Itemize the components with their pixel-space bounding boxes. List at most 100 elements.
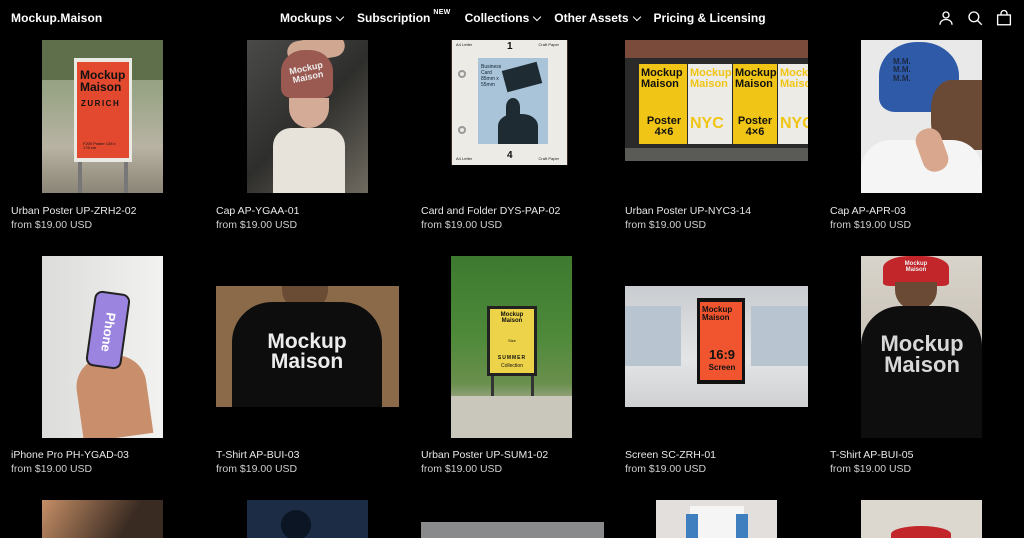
- nav-pricing-licensing[interactable]: Pricing & Licensing: [654, 11, 766, 25]
- header-icons: [937, 9, 1013, 27]
- account-icon[interactable]: [937, 9, 955, 27]
- phone-screen-text: Phone: [98, 311, 119, 353]
- nav-mockups[interactable]: Mockups: [280, 11, 345, 25]
- poster-summer: SUMMER: [497, 355, 527, 361]
- folder-number: 4: [507, 150, 513, 161]
- chevron-down-icon: [335, 12, 345, 22]
- product-card[interactable]: [861, 500, 982, 538]
- product-title[interactable]: Urban Poster UP-SUM1-02: [421, 449, 548, 461]
- cap: Mockup Maison: [281, 50, 333, 98]
- cap-text: Mockup Maison: [904, 261, 928, 273]
- poster: Mockup Maison Poster 4×6: [639, 64, 687, 144]
- poster-brand: Mockup Maison: [500, 312, 524, 324]
- poster-brand: Mockup Maison: [80, 68, 126, 94]
- product-card[interactable]: Mockup Maison 16:9 Screen: [625, 286, 808, 407]
- product-price: from $19.00 USD: [625, 463, 707, 475]
- product-card[interactable]: Mockup Maison: [247, 40, 368, 193]
- t-shirt: Mockup Maison: [861, 306, 982, 438]
- poster: Mockup Maison NYC: [688, 64, 732, 144]
- product-title[interactable]: Cap AP-APR-03: [830, 205, 906, 217]
- product-price: from $19.00 USD: [421, 463, 503, 475]
- product-card[interactable]: A4 Letter Craft Paper 1 4 A4 Letter Craf…: [451, 40, 568, 165]
- product-card[interactable]: [247, 500, 368, 538]
- poster-small: F200 Poster 128 x 178 cm: [83, 141, 116, 150]
- poster-label: Poster 4×6: [737, 115, 773, 138]
- product-card[interactable]: Mockup Maison: [216, 286, 399, 407]
- product-title[interactable]: iPhone Pro PH-YGAD-03: [11, 449, 129, 461]
- poster-city: ZURICH: [81, 99, 121, 108]
- chevron-down-icon: [533, 12, 542, 22]
- poster: Mockup Maison NYC: [778, 64, 808, 144]
- search-icon[interactable]: [966, 9, 984, 27]
- product-card[interactable]: [421, 522, 604, 538]
- folder: A4 Letter Craft Paper 1 4 A4 Letter Craf…: [452, 40, 567, 165]
- product-price: from $19.00 USD: [11, 463, 93, 475]
- card-text: Business Card 85mm x 55mm: [481, 64, 502, 88]
- product-card[interactable]: Mockup Maison Mockup Maison: [861, 256, 982, 438]
- product-card[interactable]: Mockup Maison Poster 4×6 Mockup Maison N…: [625, 40, 808, 161]
- screen: Mockup Maison 16:9 Screen: [700, 302, 742, 380]
- screen-ratio: 16:9: [708, 347, 736, 362]
- product-title[interactable]: Card and Folder DYS-PAP-02: [421, 205, 560, 217]
- nav-other-assets[interactable]: Other Assets: [554, 11, 641, 25]
- poster-nyc: NYC: [690, 115, 724, 132]
- folder-corner: Craft Paper: [538, 42, 559, 47]
- product-title[interactable]: Urban Poster UP-ZRH2-02: [11, 205, 136, 217]
- product-price: from $19.00 USD: [216, 219, 298, 231]
- product-card[interactable]: [656, 500, 777, 538]
- cap-text: Mockup Maison: [288, 59, 325, 85]
- screen-label: Screen: [708, 363, 736, 372]
- folder-corner: Craft Paper: [538, 156, 559, 161]
- folder-number: 1: [507, 41, 513, 52]
- nav-label: Subscription: [357, 11, 431, 25]
- screen-brand: Mockup Maison: [702, 305, 733, 322]
- nav-subscription[interactable]: Subscription NEW: [357, 9, 451, 25]
- product-price: from $19.00 USD: [625, 219, 707, 231]
- poster-label: Poster 4×6: [646, 115, 682, 138]
- nav-label: Other Assets: [554, 11, 629, 25]
- chevron-down-icon: [632, 12, 641, 22]
- poster-brand: Mockup Maison: [641, 67, 683, 90]
- product-card[interactable]: Mockup Maison ZURICH F200 Poster 128 x 1…: [42, 40, 163, 193]
- folder-corner: A4 Letter: [456, 42, 473, 47]
- nav-collections[interactable]: Collections: [464, 11, 542, 25]
- product-title[interactable]: Urban Poster UP-NYC3-14: [625, 205, 751, 217]
- nav-label: Mockups: [280, 11, 333, 25]
- nav-label: Pricing & Licensing: [653, 11, 766, 25]
- product-card[interactable]: Phone: [42, 256, 163, 438]
- product-title[interactable]: T-Shirt AP-BUI-05: [830, 449, 913, 461]
- poster-brand: Mockup Maison: [690, 67, 732, 90]
- product-card[interactable]: M.M. M.M. M.M.: [861, 40, 982, 193]
- product-card[interactable]: [42, 500, 163, 538]
- main-nav: Mockups Subscription NEW Collections Oth…: [280, 9, 766, 25]
- new-badge: NEW: [433, 9, 451, 16]
- poster-collection: Collection: [501, 363, 523, 369]
- screen-frame: Mockup Maison 16:9 Screen: [697, 298, 745, 384]
- poster-size: Size: [508, 338, 516, 343]
- cart-icon[interactable]: [995, 9, 1013, 27]
- product-title[interactable]: Cap AP-YGAA-01: [216, 205, 299, 217]
- product-card[interactable]: Mockup Maison Size SUMMER Collection: [451, 256, 572, 438]
- poster-brand: Mockup Maison: [735, 67, 777, 90]
- poster-nyc: NYC: [780, 115, 808, 132]
- product-price: from $19.00 USD: [216, 463, 298, 475]
- cap-text: M.M. M.M. M.M.: [893, 57, 911, 83]
- product-price: from $19.00 USD: [11, 219, 93, 231]
- poster: Mockup Maison Poster 4×6: [733, 64, 777, 144]
- folder-corner: A4 Letter: [456, 156, 473, 161]
- shirt-print: Mockup Maison: [880, 331, 964, 377]
- poster-brand: Mockup Maison: [780, 67, 808, 90]
- t-shirt: Mockup Maison: [232, 302, 382, 407]
- site-header: Mockup.Maison Mockups Subscription NEW C…: [0, 0, 1024, 38]
- poster: Mockup Maison Size SUMMER Collection: [490, 309, 534, 373]
- product-title[interactable]: Screen SC-ZRH-01: [625, 449, 716, 461]
- site-logo[interactable]: Mockup.Maison: [11, 11, 102, 25]
- shirt-print: Mockup Maison: [267, 330, 347, 373]
- product-price: from $19.00 USD: [830, 219, 912, 231]
- poster: Mockup Maison ZURICH F200 Poster 128 x 1…: [77, 62, 129, 158]
- nav-label: Collections: [464, 11, 530, 25]
- product-title[interactable]: T-Shirt AP-BUI-03: [216, 449, 299, 461]
- product-price: from $19.00 USD: [421, 219, 503, 231]
- card: Business Card 85mm x 55mm: [478, 58, 548, 144]
- product-price: from $19.00 USD: [830, 463, 912, 475]
